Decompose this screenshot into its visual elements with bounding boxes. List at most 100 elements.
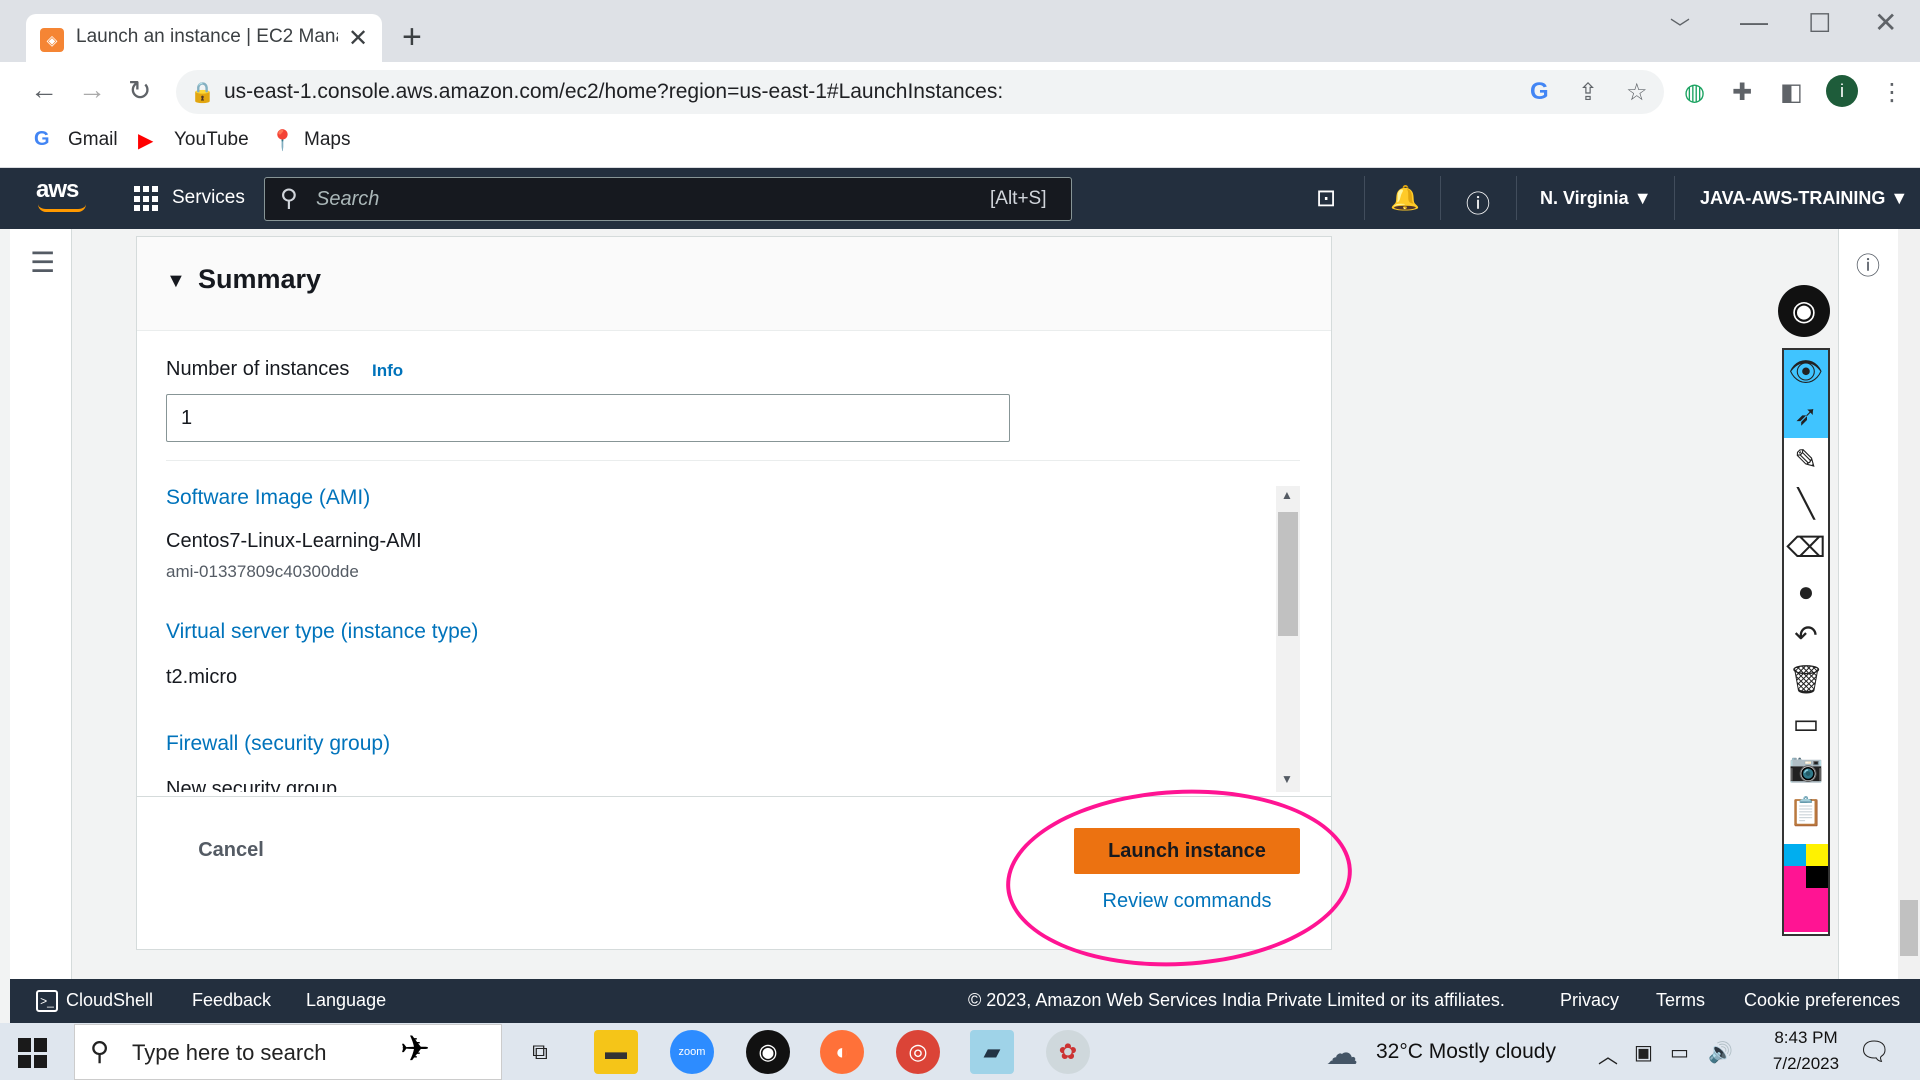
lock-icon[interactable]: 🔒 [190, 80, 215, 105]
bookmark-youtube[interactable]: YouTube [174, 129, 249, 151]
eye-icon[interactable]: 👁 [1784, 350, 1828, 394]
draw-app-logo-icon[interactable]: ◉ [1778, 285, 1830, 337]
reload-icon[interactable]: ↻ [128, 74, 151, 107]
share-icon[interactable]: ⇪ [1578, 78, 1598, 107]
clipboard-icon[interactable]: 📋 [1784, 790, 1828, 834]
color-swatch-yellow[interactable] [1806, 844, 1828, 866]
account-menu[interactable]: JAVA-AWS-TRAINING ▼ [1700, 188, 1908, 209]
summary-details-scroll[interactable]: Software Image (AMI) Centos7-Linux-Learn… [166, 486, 1300, 792]
paint-icon[interactable]: ✿ [1046, 1030, 1090, 1074]
clock-time[interactable]: 8:43 PM [1760, 1028, 1852, 1048]
url-text[interactable]: us-east-1.console.aws.amazon.com/ec2/hom… [224, 80, 1003, 104]
taskbar-search-placeholder: Type here to search [132, 1040, 327, 1065]
instance-type-link[interactable]: Virtual server type (instance type) [166, 620, 478, 644]
instance-type-value: t2.micro [166, 666, 238, 688]
left-nav-rail [10, 229, 72, 979]
software-image-link[interactable]: Software Image (AMI) [166, 486, 370, 510]
language-link[interactable]: Language [306, 990, 386, 1011]
extensions-puzzle-icon[interactable]: ✚ [1732, 78, 1752, 107]
brush-size-dot-icon[interactable]: ● [1784, 570, 1828, 614]
browser-menu-icon[interactable]: ⋮ [1880, 78, 1904, 107]
line-icon[interactable]: ╲ [1784, 482, 1828, 526]
cursor-arrow-icon[interactable]: ➶ [1784, 394, 1828, 438]
cloudshell-link[interactable]: CloudShell [66, 990, 153, 1011]
aws-smile-logo [38, 204, 86, 212]
feedback-link[interactable]: Feedback [192, 990, 271, 1011]
notification-center-icon[interactable]: 🗨 [1858, 1036, 1891, 1067]
page-scrollbar-thumb[interactable] [1900, 900, 1918, 956]
weather-cloud-icon[interactable]: ☁ [1326, 1034, 1358, 1072]
copyright-text: © 2023, Amazon Web Services India Privat… [968, 990, 1505, 1010]
bookmark-gmail[interactable]: Gmail [68, 129, 118, 151]
privacy-link[interactable]: Privacy [1560, 990, 1619, 1011]
volume-icon[interactable]: 🔊 [1708, 1040, 1733, 1065]
services-menu[interactable]: Services [172, 187, 245, 209]
draw-app-taskbar-icon[interactable]: ◉ [746, 1030, 790, 1074]
meet-now-icon[interactable]: ▣ [1634, 1040, 1653, 1065]
trash-icon[interactable]: 🗑 [1784, 658, 1828, 702]
file-explorer-icon[interactable]: ▬ [594, 1030, 638, 1074]
marker-icon[interactable]: ✎ [1784, 438, 1828, 482]
number-of-instances-input[interactable] [166, 394, 1010, 442]
battery-icon[interactable]: ▭ [1670, 1040, 1689, 1065]
info-link[interactable]: Info [372, 361, 403, 381]
bookmark-star-icon[interactable]: ☆ [1626, 78, 1648, 107]
clock-date[interactable]: 7/2/2023 [1760, 1054, 1852, 1074]
camera-icon[interactable]: 📷 [1784, 746, 1828, 790]
zoom-icon[interactable]: zoom [670, 1030, 714, 1074]
whatsapp-extension-icon[interactable]: ◍ [1684, 78, 1705, 107]
maps-icon: 📍 [270, 130, 295, 152]
profile-avatar[interactable]: i [1826, 75, 1858, 107]
back-arrow-icon[interactable]: ← [30, 74, 58, 106]
google-lens-icon[interactable]: G [1530, 78, 1549, 106]
hamburger-menu-icon[interactable]: ☰ [30, 246, 55, 279]
eraser-icon[interactable]: ⌫ [1784, 526, 1828, 570]
tray-chevron-up-icon[interactable]: ︿ [1598, 1040, 1618, 1069]
help-icon[interactable]: ⓘ [1466, 184, 1490, 219]
chrome-icon[interactable]: ◎ [896, 1030, 940, 1074]
aws-search-input[interactable] [264, 177, 1072, 221]
terms-link[interactable]: Terms [1656, 990, 1705, 1011]
info-panel-icon[interactable]: ⓘ [1856, 246, 1880, 281]
header-divider [1440, 176, 1441, 220]
summary-title[interactable]: Summary [198, 264, 321, 295]
new-tab-button[interactable]: + [402, 18, 422, 57]
notepad-icon[interactable]: ▰ [970, 1030, 1014, 1074]
notifications-bell-icon[interactable]: 🔔 [1390, 184, 1420, 213]
window-maximize-icon[interactable]: ☐ [1808, 8, 1831, 39]
color-swatch-magenta-active[interactable] [1806, 888, 1828, 932]
cancel-button[interactable]: Cancel [176, 830, 286, 870]
weather-text[interactable]: 32°C Mostly cloudy [1376, 1040, 1556, 1064]
page-scrollbar[interactable] [1898, 229, 1920, 979]
header-divider [1364, 176, 1365, 220]
undo-icon[interactable]: ↶ [1784, 614, 1828, 658]
region-selector[interactable]: N. Virginia ▼ [1540, 188, 1652, 209]
bookmark-maps[interactable]: Maps [304, 129, 350, 151]
youtube-icon: ▶ [138, 130, 154, 152]
caret-down-icon[interactable]: ▼ [166, 270, 186, 293]
firewall-link[interactable]: Firewall (security group) [166, 732, 390, 756]
aws-footer [10, 979, 1920, 1023]
task-view-icon[interactable]: ⧉ [518, 1030, 562, 1074]
cloudshell-footer-icon[interactable]: >_ [36, 990, 58, 1012]
firefox-icon[interactable]: ◐ [820, 1030, 864, 1074]
firewall-value: New security group [166, 778, 338, 792]
services-grid-icon[interactable] [134, 186, 160, 212]
color-swatch-cyan[interactable] [1784, 844, 1806, 866]
cookie-preferences-link[interactable]: Cookie preferences [1744, 990, 1900, 1011]
window-minimize-icon[interactable]: — [1740, 6, 1768, 38]
details-scrollbar-thumb[interactable] [1278, 512, 1298, 636]
aws-logo[interactable]: aws [36, 176, 79, 204]
color-swatch-magenta[interactable] [1784, 866, 1806, 932]
color-swatch-black[interactable] [1806, 866, 1828, 888]
tab-close-icon[interactable]: ✕ [348, 24, 368, 53]
whiteboard-icon[interactable]: ▭ [1784, 702, 1828, 746]
forward-arrow-icon[interactable]: → [78, 74, 106, 106]
side-panel-icon[interactable]: ◧ [1780, 78, 1803, 107]
windows-start-icon[interactable] [18, 1038, 48, 1068]
window-close-icon[interactable]: ✕ [1874, 6, 1897, 39]
tab-search-chevron-icon[interactable]: ﹀ [1670, 12, 1690, 41]
cloudshell-icon[interactable]: ⊡ [1316, 184, 1336, 213]
scroll-up-arrow-icon[interactable]: ▲ [1281, 488, 1293, 502]
scroll-down-arrow-icon[interactable]: ▼ [1281, 772, 1293, 786]
